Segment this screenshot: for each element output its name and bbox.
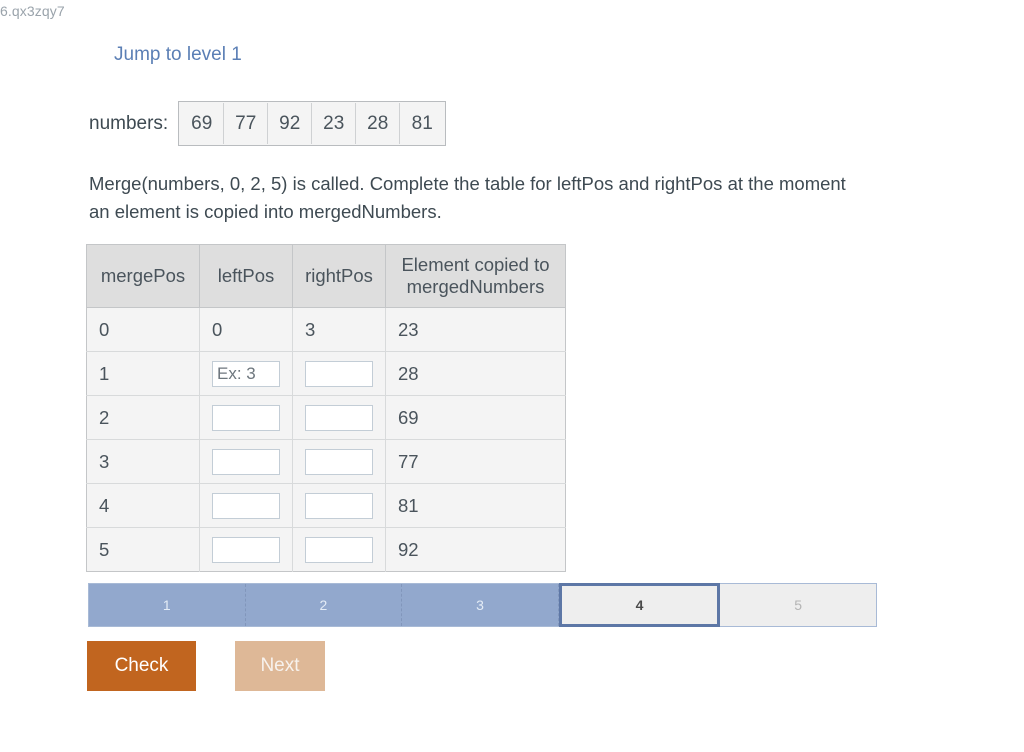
merge-table-body: 00323128269377481592: [86, 307, 566, 572]
cell-element-copied: 92: [385, 527, 566, 572]
leftpos-input[interactable]: [212, 536, 280, 563]
rightpos-input[interactable]: [305, 404, 373, 431]
rightpos-input[interactable]: [305, 448, 373, 475]
cell-rightpos[interactable]: [292, 483, 386, 528]
rightpos-input[interactable]: [305, 536, 373, 563]
numbers-array-cell: 81: [400, 103, 445, 144]
cell-leftpos[interactable]: [199, 395, 293, 440]
merge-table: mergePos leftPos rightPos Element copied to…: [86, 244, 566, 572]
leftpos-input[interactable]: [212, 360, 280, 387]
table-row: 1 28: [86, 351, 566, 396]
page-id-fragment: 6.qx3zqy7: [0, 3, 65, 19]
cell-rightpos[interactable]: [292, 439, 386, 484]
action-buttons: Check Next: [87, 641, 325, 691]
table-row: 4 81: [86, 483, 566, 528]
numbers-array-box: 69 77 92 23 28 81: [178, 101, 447, 146]
numbers-array-label: numbers:: [89, 112, 169, 134]
numbers-array: numbers: 69 77 92 23 28 81: [89, 101, 447, 146]
numbers-array-cell: 69: [180, 103, 225, 144]
cell-element-copied: 81: [385, 483, 566, 528]
cell-rightpos: 3: [292, 307, 386, 352]
leftpos-input[interactable]: [212, 492, 280, 519]
cell-leftpos[interactable]: [199, 351, 293, 396]
check-button[interactable]: Check: [87, 641, 196, 691]
table-column-header: mergePos: [86, 244, 200, 308]
cell-mergepos: 0: [86, 307, 200, 352]
rightpos-input[interactable]: [305, 360, 373, 387]
progress-level-4[interactable]: 4: [558, 583, 721, 627]
jump-to-level-link[interactable]: Jump to level 1: [114, 44, 242, 66]
table-column-header: Element copied to mergedNumbers: [385, 244, 566, 308]
cell-element-copied: 69: [385, 395, 566, 440]
numbers-array-cell: 28: [356, 103, 401, 144]
progress-level-5[interactable]: 5: [720, 584, 876, 626]
table-row: 5 92: [86, 527, 566, 572]
cell-element-copied: 23: [385, 307, 566, 352]
progress-level-1[interactable]: 1: [89, 584, 246, 626]
progress-level-3[interactable]: 3: [402, 584, 559, 626]
table-header-row: mergePos leftPos rightPos Element copied to…: [86, 244, 566, 308]
cell-leftpos[interactable]: [199, 527, 293, 572]
table-row: 3 77: [86, 439, 566, 484]
numbers-array-cell: 77: [224, 103, 269, 144]
leftpos-input[interactable]: [212, 404, 280, 431]
cell-mergepos: 2: [86, 395, 200, 440]
cell-rightpos[interactable]: [292, 395, 386, 440]
rightpos-input[interactable]: [305, 492, 373, 519]
next-button: Next: [235, 641, 325, 691]
cell-leftpos: 0: [199, 307, 293, 352]
level-progress-bar: 12345: [88, 583, 877, 627]
table-column-header: leftPos: [199, 244, 293, 308]
question-prompt: Merge(numbers, 0, 2, 5) is called. Compl…: [89, 173, 846, 222]
cell-element-copied: 28: [385, 351, 566, 396]
leftpos-input[interactable]: [212, 448, 280, 475]
cell-mergepos: 3: [86, 439, 200, 484]
cell-element-copied: 77: [385, 439, 566, 484]
progress-level-2[interactable]: 2: [245, 584, 403, 626]
cell-leftpos[interactable]: [199, 439, 293, 484]
cell-mergepos: 1: [86, 351, 200, 396]
cell-rightpos[interactable]: [292, 351, 386, 396]
cell-leftpos[interactable]: [199, 483, 293, 528]
merge-table-container: mergePos leftPos rightPos Element copied to…: [86, 244, 566, 572]
cell-mergepos: 4: [86, 483, 200, 528]
numbers-array-cell: 23: [312, 103, 357, 144]
merge-table-head: mergePos leftPos rightPos Element copied to…: [86, 244, 566, 308]
table-row: 0 0 3 23: [86, 307, 566, 352]
table-column-header: rightPos: [292, 244, 386, 308]
cell-mergepos: 5: [86, 527, 200, 572]
numbers-array-cell: 92: [268, 103, 313, 144]
table-row: 2 69: [86, 395, 566, 440]
cell-rightpos[interactable]: [292, 527, 386, 572]
